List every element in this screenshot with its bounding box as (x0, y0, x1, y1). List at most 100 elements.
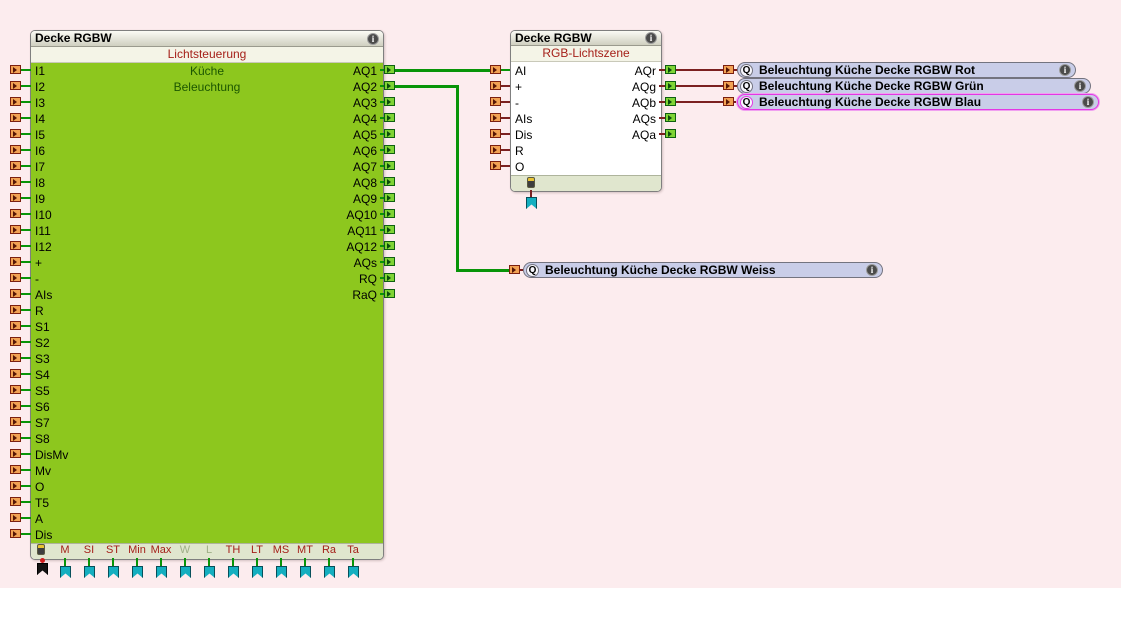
input-connector[interactable] (10, 369, 21, 378)
input-connector[interactable] (10, 273, 21, 282)
output-connector[interactable] (384, 289, 395, 298)
input-connector[interactable] (10, 481, 21, 490)
info-icon[interactable]: i (367, 33, 379, 45)
output-connector[interactable] (384, 193, 395, 202)
output-connector[interactable] (665, 129, 676, 138)
param-label-Ta: Ta (347, 543, 359, 558)
output-port-label: AQ4 (353, 111, 377, 127)
input-port-label: I9 (35, 191, 45, 207)
function-block-rgb-lichtszene[interactable]: Decke RGBW i RGB-Lichtszene AI+-AIsDisRO… (510, 30, 662, 192)
input-connector[interactable] (10, 401, 21, 410)
actuator-pill[interactable]: QBeleuchtung Küche Decke RGBW Grüni (737, 78, 1091, 94)
input-connector[interactable] (10, 193, 21, 202)
output-connector[interactable] (665, 81, 676, 90)
wiring-canvas[interactable]: Decke RGBW i Lichtsteuerung I1I2I3I4I5I6… (0, 0, 1121, 630)
flag-stem (88, 558, 90, 566)
output-connector[interactable] (384, 129, 395, 138)
input-port-label: A (35, 511, 43, 527)
input-connector[interactable] (490, 65, 501, 74)
input-connector[interactable] (10, 353, 21, 362)
connector-arrow-icon (387, 163, 391, 169)
input-connector[interactable] (10, 305, 21, 314)
input-connector[interactable] (490, 129, 501, 138)
input-connector[interactable] (10, 529, 21, 538)
input-connector[interactable] (10, 241, 21, 250)
input-connector[interactable] (10, 65, 21, 74)
input-port-label: I3 (35, 95, 45, 111)
actuator-input-connector[interactable] (723, 97, 734, 106)
wire-aq2-v (456, 85, 459, 272)
actuator-input-connector[interactable] (723, 65, 734, 74)
input-stub (21, 85, 31, 87)
input-connector[interactable] (10, 257, 21, 266)
output-connector[interactable] (384, 65, 395, 74)
actuator-pill[interactable]: QBeleuchtung Küche Decke RGBW Roti (737, 62, 1076, 78)
input-stub (21, 149, 31, 151)
input-connector[interactable] (10, 417, 21, 426)
input-connector[interactable] (490, 113, 501, 122)
input-connector[interactable] (490, 161, 501, 170)
input-connector[interactable] (10, 497, 21, 506)
input-port-label: I11 (35, 223, 51, 239)
input-connector[interactable] (10, 225, 21, 234)
connector-arrow-icon (387, 131, 391, 137)
output-connector[interactable] (384, 225, 395, 234)
output-connector[interactable] (384, 257, 395, 266)
connector-arrow-icon (13, 403, 17, 409)
connector-arrow-icon (13, 323, 17, 329)
block1-body[interactable]: I1I2I3I4I5I6I7I8I9I10I11I12+-AIsRS1S2S3S… (31, 63, 383, 543)
input-connector[interactable] (490, 81, 501, 90)
actuator-pill[interactable]: QBeleuchtung Küche Decke RGBW Blaui (737, 94, 1099, 110)
input-stub (21, 117, 31, 119)
info-icon[interactable]: i (866, 264, 878, 276)
info-icon[interactable]: i (1074, 80, 1086, 92)
connector-arrow-icon (387, 67, 391, 73)
input-connector[interactable] (10, 97, 21, 106)
input-connector[interactable] (10, 433, 21, 442)
output-connector[interactable] (665, 97, 676, 106)
output-connector[interactable] (384, 81, 395, 90)
output-connector[interactable] (384, 209, 395, 218)
input-connector[interactable] (10, 513, 21, 522)
input-connector[interactable] (10, 449, 21, 458)
input-connector[interactable] (10, 145, 21, 154)
input-connector[interactable] (10, 385, 21, 394)
output-connector[interactable] (384, 273, 395, 282)
output-connector[interactable] (384, 241, 395, 250)
input-connector[interactable] (10, 161, 21, 170)
output-connector[interactable] (384, 145, 395, 154)
actuator-pill[interactable]: QBeleuchtung Küche Decke RGBW Weissi (523, 262, 883, 278)
input-connector[interactable] (10, 465, 21, 474)
actuator-input-connector[interactable] (509, 265, 520, 274)
info-icon[interactable]: i (645, 32, 657, 44)
input-connector[interactable] (10, 81, 21, 90)
output-port-label: AQr (635, 63, 656, 79)
output-connector[interactable] (665, 113, 676, 122)
info-icon[interactable]: i (1059, 64, 1071, 76)
block1-header[interactable]: Decke RGBW i (31, 31, 383, 47)
block2-body[interactable]: AI+-AIsDisROAQrAQgAQbAQsAQa (511, 62, 661, 175)
function-block-lichtsteuerung[interactable]: Decke RGBW i Lichtsteuerung I1I2I3I4I5I6… (30, 30, 384, 560)
input-connector[interactable] (10, 321, 21, 330)
output-connector[interactable] (384, 177, 395, 186)
param-label-MT: MT (297, 543, 313, 558)
output-connector[interactable] (384, 161, 395, 170)
input-connector[interactable] (10, 177, 21, 186)
input-connector[interactable] (490, 97, 501, 106)
output-connector[interactable] (384, 97, 395, 106)
connector-arrow-icon (387, 211, 391, 217)
info-icon[interactable]: i (1082, 96, 1094, 108)
param-label-W: W (180, 543, 190, 558)
actuator-input-connector[interactable] (723, 81, 734, 90)
block2-header[interactable]: Decke RGBW i (511, 31, 661, 46)
output-connector[interactable] (384, 113, 395, 122)
input-connector[interactable] (490, 145, 501, 154)
input-connector[interactable] (10, 289, 21, 298)
input-port-label: Mv (35, 463, 51, 479)
input-connector[interactable] (10, 337, 21, 346)
output-connector[interactable] (665, 65, 676, 74)
input-connector[interactable] (10, 113, 21, 122)
actuator-name: Beleuchtung Küche Decke RGBW Weiss (545, 263, 776, 278)
input-connector[interactable] (10, 209, 21, 218)
input-connector[interactable] (10, 129, 21, 138)
